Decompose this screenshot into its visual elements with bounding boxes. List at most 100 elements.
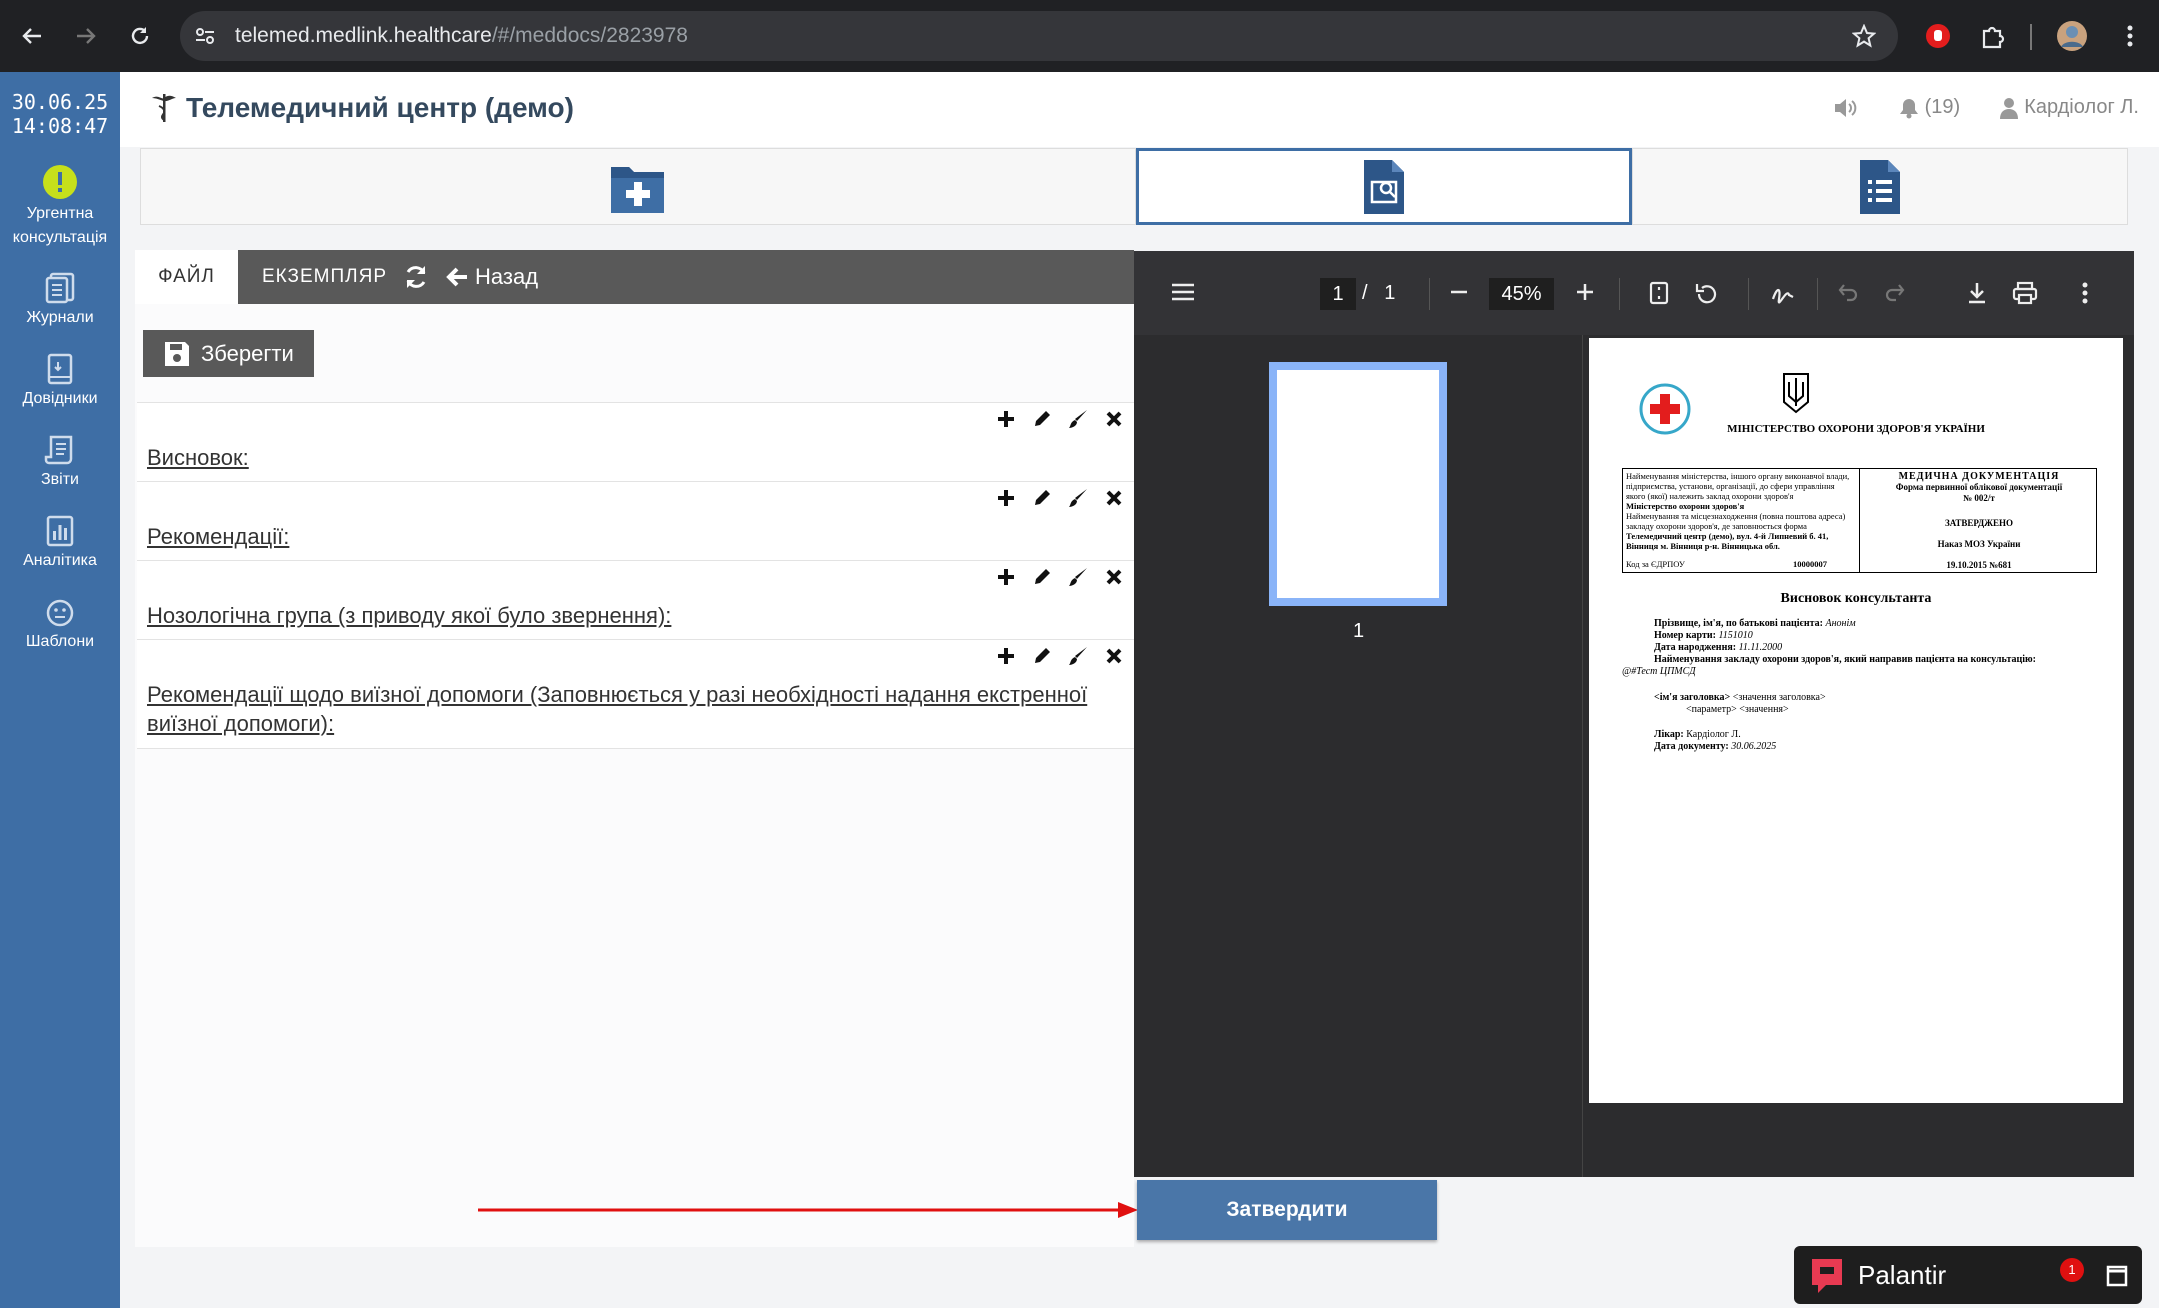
medical-folder-icon <box>611 166 664 213</box>
pencil-icon[interactable] <box>1032 567 1052 587</box>
forward-arrow-icon[interactable] <box>68 18 104 54</box>
pencil-icon[interactable] <box>1032 646 1052 666</box>
sound-button[interactable] <box>1833 97 1859 119</box>
section-recommendations: Рекомендації: <box>137 481 1134 560</box>
tab-file[interactable]: ФАЙЛ <box>135 250 238 304</box>
arrow-left-icon <box>446 267 467 287</box>
pencil-icon[interactable] <box>1032 409 1052 429</box>
user-name: Кардіолог Л. <box>2024 96 2139 118</box>
sidebar-item-label: Звіти <box>41 471 79 488</box>
more-options-icon[interactable] <box>2081 281 2089 305</box>
save-button[interactable]: Зберегти <box>143 330 314 377</box>
page-number-input[interactable]: 1 <box>1320 278 1356 310</box>
refresh-button[interactable] <box>403 250 429 304</box>
close-icon[interactable] <box>1104 567 1124 587</box>
address-bar[interactable]: telemed.medlink.healthcare/#/meddocs/282… <box>180 11 1898 61</box>
doc-date-line: Дата документу: 30.06.2025 <box>1654 741 1777 752</box>
section-title[interactable]: Висновок: <box>147 443 249 472</box>
profile-avatar[interactable] <box>2054 18 2090 54</box>
palantir-logo-icon <box>1812 1259 1842 1293</box>
browser-toolbar: telemed.medlink.healthcare/#/meddocs/282… <box>0 0 2159 72</box>
annotate-icon[interactable] <box>1770 281 1796 305</box>
tab-copy[interactable]: ЕКЗЕМПЛЯР <box>262 250 387 304</box>
redo-icon[interactable] <box>1884 281 1906 303</box>
user-icon <box>2000 97 2019 119</box>
user-menu[interactable]: Кардіолог Л. <box>2000 96 2139 119</box>
print-icon[interactable] <box>2012 281 2038 305</box>
site-settings-icon[interactable] <box>194 25 216 47</box>
editor-tabbar: ФАЙЛ ЕКЗЕМПЛЯР Назад <box>135 250 1134 304</box>
section-title[interactable]: Рекомендації щодо виїзної допомоги (Запо… <box>147 680 1117 738</box>
brush-icon[interactable] <box>1068 488 1088 508</box>
notification-count: (19) <box>1924 96 1961 118</box>
patient-info: Прізвище, ім'я, по батькові пацієнта: Ан… <box>1654 618 2036 665</box>
sidebar-menu-icon[interactable] <box>1170 281 1196 303</box>
thumbnail-label: 1 <box>1352 620 1365 642</box>
fit-page-icon[interactable] <box>1649 281 1669 305</box>
approve-button[interactable]: Затвердити <box>1137 1180 1437 1240</box>
datetime: 30.06.25 14:08:47 <box>0 90 120 138</box>
close-icon[interactable] <box>1104 488 1124 508</box>
doc-header-table: Найменування міністерства, іншого органу… <box>1622 468 2097 573</box>
red-arrow-annotation <box>478 1202 1138 1218</box>
browser-menu-icon[interactable] <box>2112 18 2148 54</box>
section-title[interactable]: Рекомендації: <box>147 522 289 551</box>
sidebar-item-journals[interactable]: Журнали <box>0 272 120 330</box>
trident-coat-of-arms-icon <box>1783 373 1809 414</box>
sidebar-item-directories[interactable]: Довідники <box>0 353 120 411</box>
brush-icon[interactable] <box>1068 567 1088 587</box>
section-title[interactable]: Нозологічна група (з приводу якої було з… <box>147 601 671 630</box>
sidebar-item-analytics[interactable]: Аналітика <box>0 515 120 573</box>
add-icon[interactable] <box>996 488 1016 508</box>
undo-icon[interactable] <box>1837 281 1859 303</box>
tab-document-preview[interactable] <box>1136 148 1632 225</box>
refresh-icon <box>406 266 426 288</box>
close-icon[interactable] <box>1104 646 1124 666</box>
back-button[interactable]: Назад <box>445 250 538 304</box>
brush-icon[interactable] <box>1068 646 1088 666</box>
brush-icon[interactable] <box>1068 409 1088 429</box>
palantir-widget[interactable]: Palantir 1 <box>1794 1246 2142 1304</box>
sidebar-item-reports[interactable]: Звіти <box>0 434 120 492</box>
sidebar-item-urgent[interactable]: Ургентна консультація <box>0 164 120 250</box>
close-icon[interactable] <box>1104 409 1124 429</box>
caduceus-logo-icon <box>152 94 176 122</box>
extensions-puzzle-icon[interactable] <box>1975 18 2011 54</box>
journal-icon <box>45 272 75 304</box>
template-icon <box>46 599 74 627</box>
tab-new-record[interactable] <box>140 148 1136 225</box>
sidebar-item-label: Журнали <box>26 309 94 326</box>
bookmark-star-icon[interactable] <box>1852 24 1876 48</box>
zoom-in-icon[interactable] <box>1574 281 1596 303</box>
app-title: Телемедичний центр (демо) <box>186 92 574 123</box>
section-nosology: Нозологічна група (з приводу якої було з… <box>137 560 1134 639</box>
add-icon[interactable] <box>996 567 1016 587</box>
page-thumbnail[interactable] <box>1269 362 1447 606</box>
form-cell: МЕДИЧНА ДОКУМЕНТАЦІЯ Форма первинної обл… <box>1895 471 2063 570</box>
tab-document-list[interactable] <box>1632 148 2128 225</box>
sidebar-item-label: Аналітика <box>23 552 97 569</box>
zoom-level[interactable]: 45% <box>1489 278 1554 310</box>
referrer-value: @#Тест ЦПМСД <box>1622 666 1696 677</box>
section-conclusion: Висновок: <box>137 402 1134 481</box>
add-icon[interactable] <box>996 409 1016 429</box>
sidebar-item-templates[interactable]: Шаблони <box>0 598 120 654</box>
rotate-icon[interactable] <box>1694 281 1720 307</box>
zoom-out-icon[interactable] <box>1448 281 1470 303</box>
back-arrow-icon[interactable] <box>14 18 50 54</box>
thumbnail-pane: 1 <box>1134 335 1583 1177</box>
download-icon[interactable] <box>1966 281 1988 305</box>
palantir-label: Palantir <box>1858 1259 1947 1290</box>
add-icon[interactable] <box>996 646 1016 666</box>
maximize-icon[interactable] <box>2106 1265 2128 1287</box>
notifications-button[interactable]: (19) <box>1899 96 1961 119</box>
section-toolbar <box>996 488 1124 508</box>
extension-shield-icon[interactable] <box>1920 18 1956 54</box>
doc-title: Висновок консультанта <box>1780 591 1932 606</box>
sidebar-item-label: Ургентна консультація <box>12 205 108 246</box>
doctor-line: Лікар: Кардіолог Л. <box>1654 729 1741 740</box>
sidebar: 30.06.25 14:08:47 Ургентна консультація … <box>0 72 120 1308</box>
reload-icon[interactable] <box>122 18 158 54</box>
pencil-icon[interactable] <box>1032 488 1052 508</box>
back-label: Назад <box>475 264 539 289</box>
